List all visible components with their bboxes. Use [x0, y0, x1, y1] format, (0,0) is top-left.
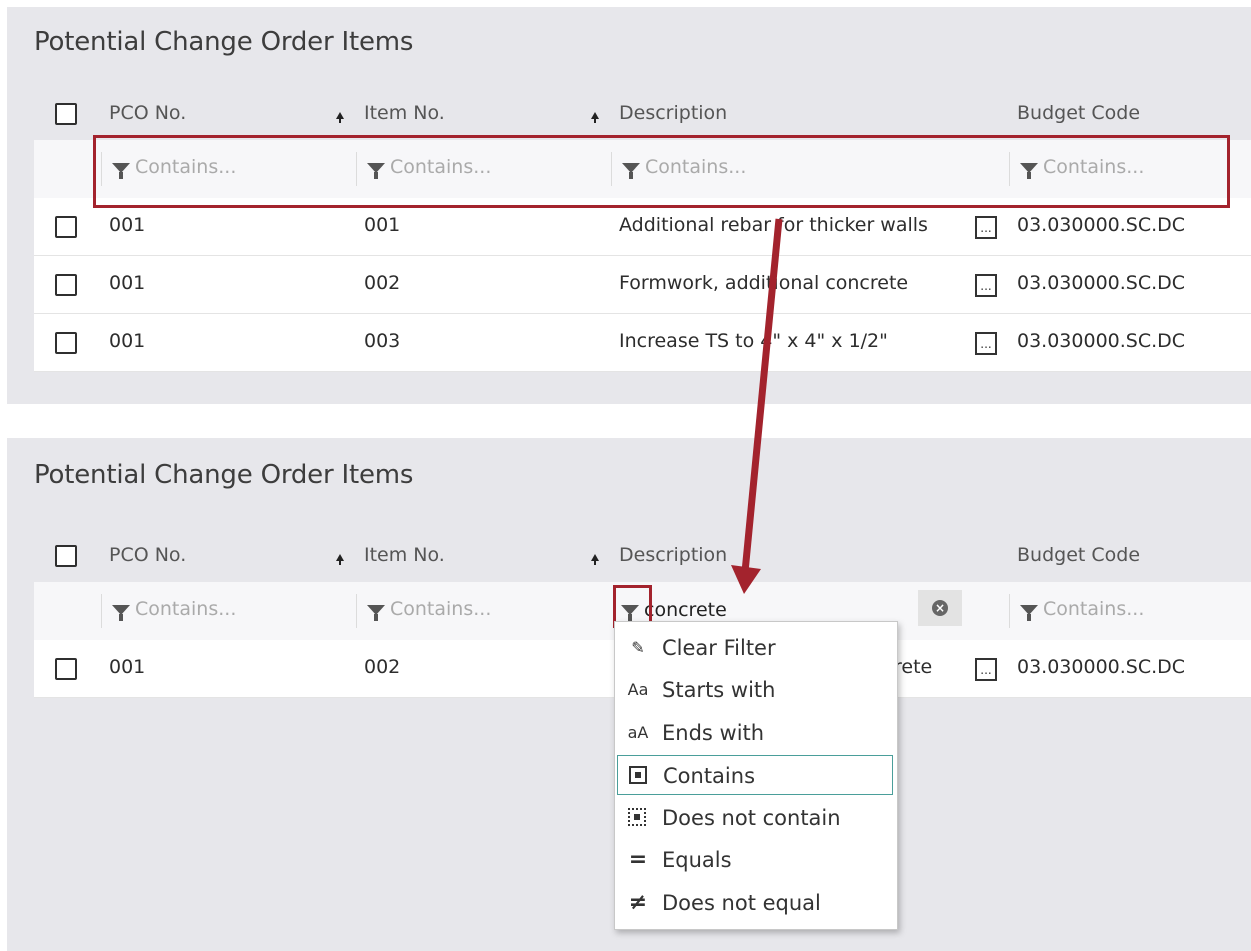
filter-placeholder: Contains...	[1043, 598, 1145, 620]
column-header-pco-no[interactable]: PCO No.	[109, 102, 186, 124]
filter-icon[interactable]	[367, 163, 385, 179]
column-header-item-no[interactable]: Item No.	[364, 544, 445, 566]
menu-item-label: Does not equal	[662, 891, 821, 915]
contains-icon	[629, 766, 647, 784]
sort-ascending-icon[interactable]	[336, 112, 344, 123]
cell-item-no: 001	[364, 214, 401, 236]
filter-placeholder: Contains...	[135, 156, 237, 178]
sort-ascending-icon[interactable]	[336, 554, 344, 565]
column-header-pco-no[interactable]: PCO No.	[109, 544, 186, 566]
menu-item-label: Contains	[663, 764, 756, 788]
pco-no-filter[interactable]: Contains...	[101, 594, 357, 628]
cell-budget-code: 03.030000.SC.DC	[1017, 330, 1186, 352]
menu-item-equals[interactable]: = Equals	[617, 840, 893, 880]
column-header-item-no[interactable]: Item No.	[364, 102, 445, 124]
menu-item-starts-with[interactable]: Aa Starts with	[617, 670, 893, 710]
filter-icon[interactable]	[112, 605, 130, 621]
menu-item-ends-with[interactable]: aA Ends with	[617, 713, 893, 753]
column-header-budget-code[interactable]: Budget Code	[1017, 544, 1140, 566]
eraser-icon: ✎	[631, 638, 645, 657]
filter-placeholder: Contains...	[390, 598, 492, 620]
panel-title: Potential Change Order Items	[34, 460, 414, 490]
column-header-description[interactable]: Description	[619, 544, 727, 566]
menu-item-label: Does not contain	[662, 806, 841, 830]
pco-items-grid: PCO No. Item No. Description Budget Code…	[34, 88, 1251, 372]
filter-operator-menu: ✎ Clear Filter Aa Starts with aA Ends wi…	[614, 621, 898, 930]
filter-icon[interactable]	[621, 605, 639, 621]
pco-items-panel-before: Potential Change Order Items PCO No. Ite…	[7, 7, 1251, 404]
table-row[interactable]: 001 003 Increase TS to 4" x 4" x 1/2" ..…	[34, 314, 1251, 372]
menu-item-label: Ends with	[662, 721, 765, 745]
filter-placeholder: Contains...	[645, 156, 747, 178]
filter-icon[interactable]	[622, 163, 640, 179]
cell-description: Increase TS to 4" x 4" x 1/2"	[619, 330, 888, 352]
sort-ascending-icon[interactable]	[591, 554, 599, 565]
grid-header-row: PCO No. Item No. Description Budget Code	[34, 530, 1251, 582]
filter-icon[interactable]	[112, 163, 130, 179]
item-no-filter[interactable]: Contains...	[356, 152, 612, 186]
filter-placeholder: Contains...	[135, 598, 237, 620]
menu-item-label: Starts with	[662, 678, 776, 702]
filter-placeholder: Contains...	[1043, 156, 1145, 178]
cell-item-no: 003	[364, 330, 401, 352]
grid-header-row: PCO No. Item No. Description Budget Code	[34, 88, 1251, 140]
description-ellipsis-button[interactable]: ...	[975, 274, 997, 297]
sort-ascending-icon[interactable]	[591, 112, 599, 123]
item-no-filter[interactable]: Contains...	[356, 594, 612, 628]
menu-item-label: Equals	[662, 848, 732, 872]
row-checkbox[interactable]	[55, 332, 77, 354]
table-row[interactable]: 001 002 Formwork, additional concrete ..…	[34, 256, 1251, 314]
select-all-checkbox[interactable]	[55, 545, 77, 567]
close-circle-icon: ×	[932, 600, 948, 616]
row-checkbox[interactable]	[55, 216, 77, 238]
filter-placeholder: Contains...	[390, 156, 492, 178]
clear-filter-button[interactable]: ×	[918, 590, 962, 626]
cell-budget-code: 03.030000.SC.DC	[1017, 214, 1186, 236]
row-checkbox[interactable]	[55, 658, 77, 680]
budget-code-filter[interactable]: Contains...	[1009, 152, 1251, 186]
cell-pco-no: 001	[109, 656, 146, 678]
menu-item-does-not-equal[interactable]: ≠ Does not equal	[617, 883, 893, 923]
equals-icon: =	[628, 847, 648, 872]
cell-description: rete	[894, 656, 933, 678]
does-not-contain-icon	[628, 808, 646, 826]
cell-item-no: 002	[364, 272, 401, 294]
menu-item-label: Clear Filter	[662, 636, 776, 660]
budget-code-filter[interactable]: Contains...	[1009, 594, 1251, 628]
menu-item-clear-filter[interactable]: ✎ Clear Filter	[617, 628, 893, 668]
not-equal-icon: ≠	[628, 890, 648, 915]
column-header-description[interactable]: Description	[619, 102, 727, 124]
menu-item-contains[interactable]: Contains	[617, 755, 893, 795]
description-filter[interactable]: Contains...	[611, 152, 1010, 186]
description-ellipsis-button[interactable]: ...	[975, 216, 997, 239]
filter-icon[interactable]	[1020, 605, 1038, 621]
description-ellipsis-button[interactable]: ...	[975, 332, 997, 355]
table-row[interactable]: 001 001 Additional rebar for thicker wal…	[34, 198, 1251, 256]
cell-item-no: 002	[364, 656, 401, 678]
cell-budget-code: 03.030000.SC.DC	[1017, 272, 1186, 294]
filter-row: Contains... Contains... Contains... Cont…	[34, 140, 1251, 198]
panel-title: Potential Change Order Items	[34, 27, 414, 57]
starts-with-icon: Aa	[627, 680, 649, 699]
filter-icon[interactable]	[367, 605, 385, 621]
cell-description: Formwork, additional concrete	[619, 272, 909, 294]
cell-pco-no: 001	[109, 214, 146, 236]
column-header-budget-code[interactable]: Budget Code	[1017, 102, 1140, 124]
cell-description: Additional rebar for thicker walls	[619, 214, 928, 236]
ends-with-icon: aA	[627, 723, 649, 742]
cell-budget-code: 03.030000.SC.DC	[1017, 656, 1186, 678]
menu-item-does-not-contain[interactable]: Does not contain	[617, 798, 893, 838]
filter-icon[interactable]	[1020, 163, 1038, 179]
cell-pco-no: 001	[109, 330, 146, 352]
cell-pco-no: 001	[109, 272, 146, 294]
pco-no-filter[interactable]: Contains...	[101, 152, 357, 186]
select-all-checkbox[interactable]	[55, 103, 77, 125]
filter-value[interactable]: concrete	[644, 599, 727, 621]
description-ellipsis-button[interactable]: ...	[975, 658, 997, 681]
row-checkbox[interactable]	[55, 274, 77, 296]
